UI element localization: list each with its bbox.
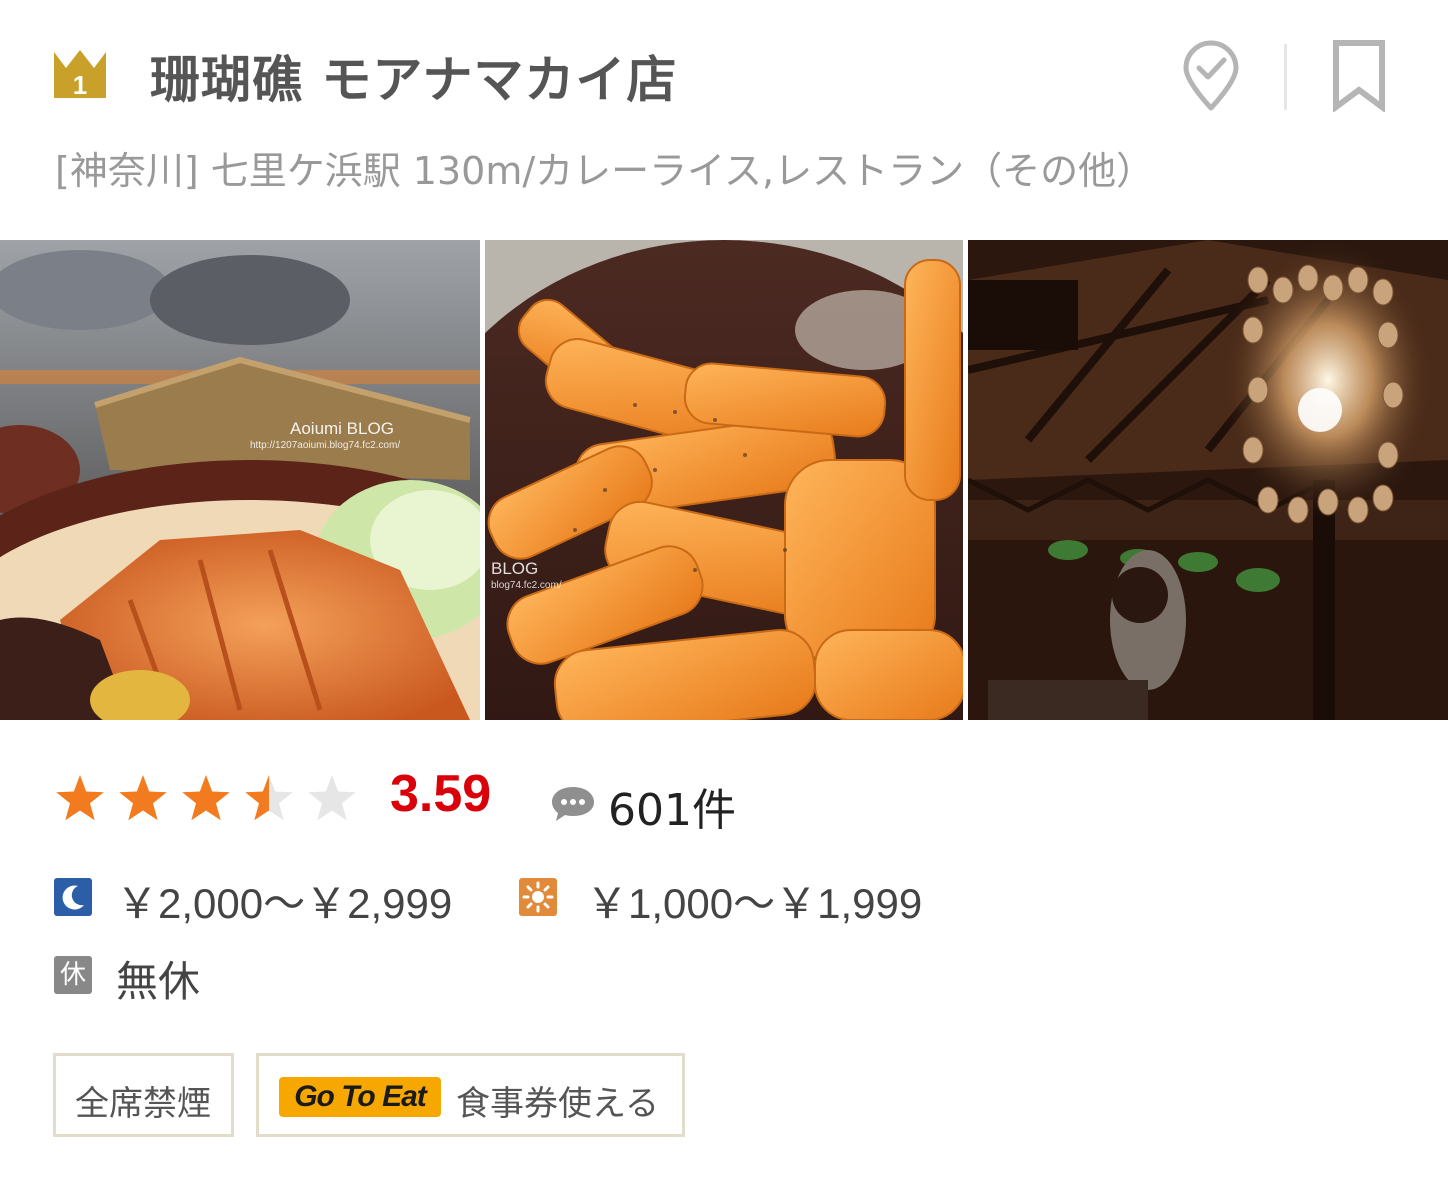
visited-button[interactable] — [1180, 40, 1242, 112]
map-pin-check-icon — [1183, 40, 1239, 111]
tag-no-smoking-label: 全席禁煙 — [75, 1084, 211, 1124]
svg-text:Aoiumi BLOG: Aoiumi BLOG — [290, 419, 394, 438]
star-icon — [182, 775, 230, 821]
star-rating — [56, 775, 356, 821]
header-divider — [1284, 44, 1287, 110]
area-genre-info: [神奈川] 七里ケ浜駅 130m/カレーライス,レストラン（その他） — [55, 149, 1155, 193]
rank-number: 1 — [73, 70, 87, 100]
photo-fries[interactable]: BLOG blog74.fc2.com/ — [485, 240, 963, 720]
bookmark-icon — [1333, 40, 1385, 113]
photo-katsu-curry[interactable]: Aoiumi BLOG http://1207aoiumi.blog74.fc2… — [0, 240, 480, 720]
star-icon — [119, 775, 167, 821]
moon-icon — [54, 878, 92, 916]
restaurant-name[interactable]: 珊瑚礁 モアナマカイ店 — [150, 40, 677, 112]
rating-score: 3.59 — [390, 765, 492, 823]
lunch-price: ￥1,000～￥1,999 — [586, 880, 923, 927]
photo-interior[interactable] — [968, 240, 1448, 720]
save-bookmark-button[interactable] — [1330, 38, 1388, 113]
holiday-text: 無休 — [116, 957, 201, 1006]
goto-eat-logo: Go To Eat — [279, 1077, 441, 1117]
svg-text:blog74.fc2.com/: blog74.fc2.com/ — [491, 580, 562, 591]
holiday-icon: 休 — [54, 956, 92, 994]
speech-bubble-icon — [552, 787, 594, 821]
tag-goto-eat[interactable]: Go To Eat 食事券使える — [256, 1053, 685, 1137]
star-icon — [56, 775, 104, 821]
sun-icon — [519, 878, 557, 916]
rank-crown-icon: 1 — [54, 50, 106, 100]
review-count-link[interactable]: 601件 — [608, 774, 736, 838]
price-row: ￥2,000～￥2,999 ￥1,000～￥1,999 — [54, 870, 1054, 927]
photo-strip: Aoiumi BLOG http://1207aoiumi.blog74.fc2… — [0, 240, 1448, 720]
restaurant-header: 1 珊瑚礁 モアナマカイ店 [神奈川] 七里ケ浜駅 130m/カレーライス,レス… — [0, 0, 1448, 240]
svg-text:http://1207aoiumi.blog74.fc2.c: http://1207aoiumi.blog74.fc2.com/ — [250, 440, 400, 451]
star-icon — [245, 775, 293, 821]
tag-goto-eat-label: 食事券使える — [456, 1084, 659, 1124]
svg-text:BLOG: BLOG — [491, 559, 538, 578]
tag-no-smoking[interactable]: 全席禁煙 — [53, 1053, 234, 1137]
dinner-price: ￥2,000～￥2,999 — [116, 880, 453, 927]
star-icon — [308, 775, 356, 821]
